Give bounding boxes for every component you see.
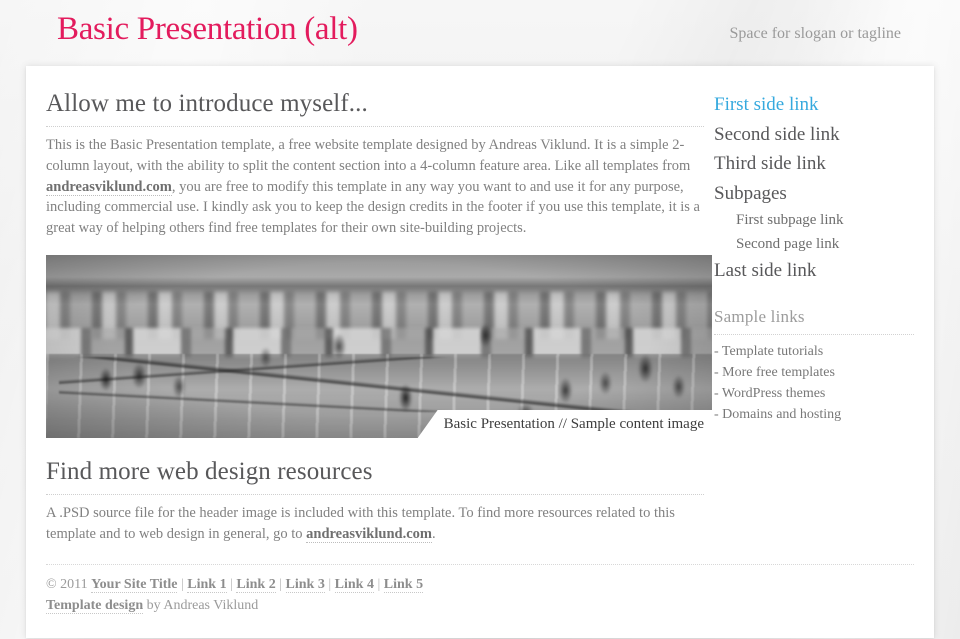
content-column: Allow me to introduce myself... This is … (46, 88, 714, 558)
footer-credit-line: Template design by Andreas Viklund (46, 596, 914, 616)
sample-links-list: - Template tutorials - More free template… (714, 341, 914, 425)
footer-link-3[interactable]: Link 3 (285, 576, 325, 593)
sidebar-nav: First side link Second side link Third sid… (714, 90, 914, 286)
andreasviklund-link-2[interactable]: andreasviklund.com (306, 525, 432, 543)
footer-site-title-link[interactable]: Your Site Title (91, 576, 178, 593)
resources-paragraph: A .PSD source file for the header image … (46, 503, 704, 545)
footer-copyright-line: © 2011 Your Site Title | Link 1 | Link 2… (46, 575, 914, 595)
sidebar-nav-item: Second side link (714, 120, 914, 150)
site-slogan: Space for slogan or tagline (729, 25, 902, 42)
resources-heading: Find more web design resources (46, 456, 704, 495)
site-title: Basic Presentation (alt) (57, 11, 358, 47)
content-image: Basic Presentation // Sample content ima… (46, 254, 712, 438)
sidebar-nav-item: Third side link (714, 149, 914, 179)
sample-link-item: - Domains and hosting (714, 404, 914, 425)
sample-link-wordpress-themes[interactable]: - WordPress themes (714, 383, 914, 404)
sidebar-item-second-side-link[interactable]: Second side link (714, 120, 914, 150)
sample-link-item: - More free templates (714, 362, 914, 383)
footer-separator: | (324, 576, 335, 592)
footer-credit-author: Andreas Viklund (163, 597, 259, 613)
sidebar: First side link Second side link Third sid… (714, 88, 914, 425)
sidebar-item-subpages[interactable]: Subpages (714, 179, 914, 209)
footer-copyright: © 2011 (46, 576, 92, 592)
sidebar-section-heading: Sample links (714, 306, 914, 335)
columns: Allow me to introduce myself... This is … (46, 88, 914, 558)
footer-link-1[interactable]: Link 1 (187, 576, 227, 593)
sample-link-more-free-templates[interactable]: - More free templates (714, 362, 914, 383)
footer-separator: | (226, 576, 237, 592)
sidebar-nav-item: Subpages (714, 179, 914, 209)
footer-separator: | (177, 576, 188, 592)
footer-separator: | (373, 576, 384, 592)
sidebar-nav-item: Second page link (714, 232, 914, 256)
sidebar-nav-item: First side link (714, 90, 914, 120)
main-panel: Allow me to introduce myself... This is … (26, 66, 934, 638)
footer-link-4[interactable]: Link 4 (334, 576, 374, 593)
intro-text-a: This is the Basic Presentation template,… (46, 137, 691, 174)
sidebar-item-second-page-link[interactable]: Second page link (714, 232, 914, 256)
intro-paragraph: This is the Basic Presentation template,… (46, 135, 704, 239)
footer-separator: | (275, 576, 286, 592)
sidebar-item-first-subpage-link[interactable]: First subpage link (714, 208, 914, 232)
panel-inner: Allow me to introduce myself... This is … (26, 66, 934, 558)
sample-link-template-tutorials[interactable]: - Template tutorials (714, 341, 914, 362)
sample-link-item: - Template tutorials (714, 341, 914, 362)
image-caption: Basic Presentation // Sample content ima… (417, 409, 712, 438)
sidebar-item-last-side-link[interactable]: Last side link (714, 256, 914, 286)
footer-template-design-link[interactable]: Template design (46, 597, 144, 614)
page-footer: © 2011 Your Site Title | Link 1 | Link 2… (46, 563, 914, 616)
andreasviklund-link-1[interactable]: andreasviklund.com (46, 178, 172, 196)
resources-text-b: . (431, 525, 436, 542)
footer-credit-mid: by (143, 597, 164, 613)
page-title: Allow me to introduce myself... (46, 88, 704, 127)
sidebar-item-first-side-link[interactable]: First side link (714, 90, 914, 120)
sidebar-item-third-side-link[interactable]: Third side link (714, 149, 914, 179)
sidebar-nav-item: Last side link (714, 256, 914, 286)
footer-link-5[interactable]: Link 5 (383, 576, 424, 593)
footer-link-2[interactable]: Link 2 (236, 576, 276, 593)
sample-link-domains-and-hosting[interactable]: - Domains and hosting (714, 404, 914, 425)
sample-link-item: - WordPress themes (714, 383, 914, 404)
page-header: Basic Presentation (alt) Space for sloga… (35, 0, 925, 66)
sidebar-nav-item: First subpage link (714, 208, 914, 232)
